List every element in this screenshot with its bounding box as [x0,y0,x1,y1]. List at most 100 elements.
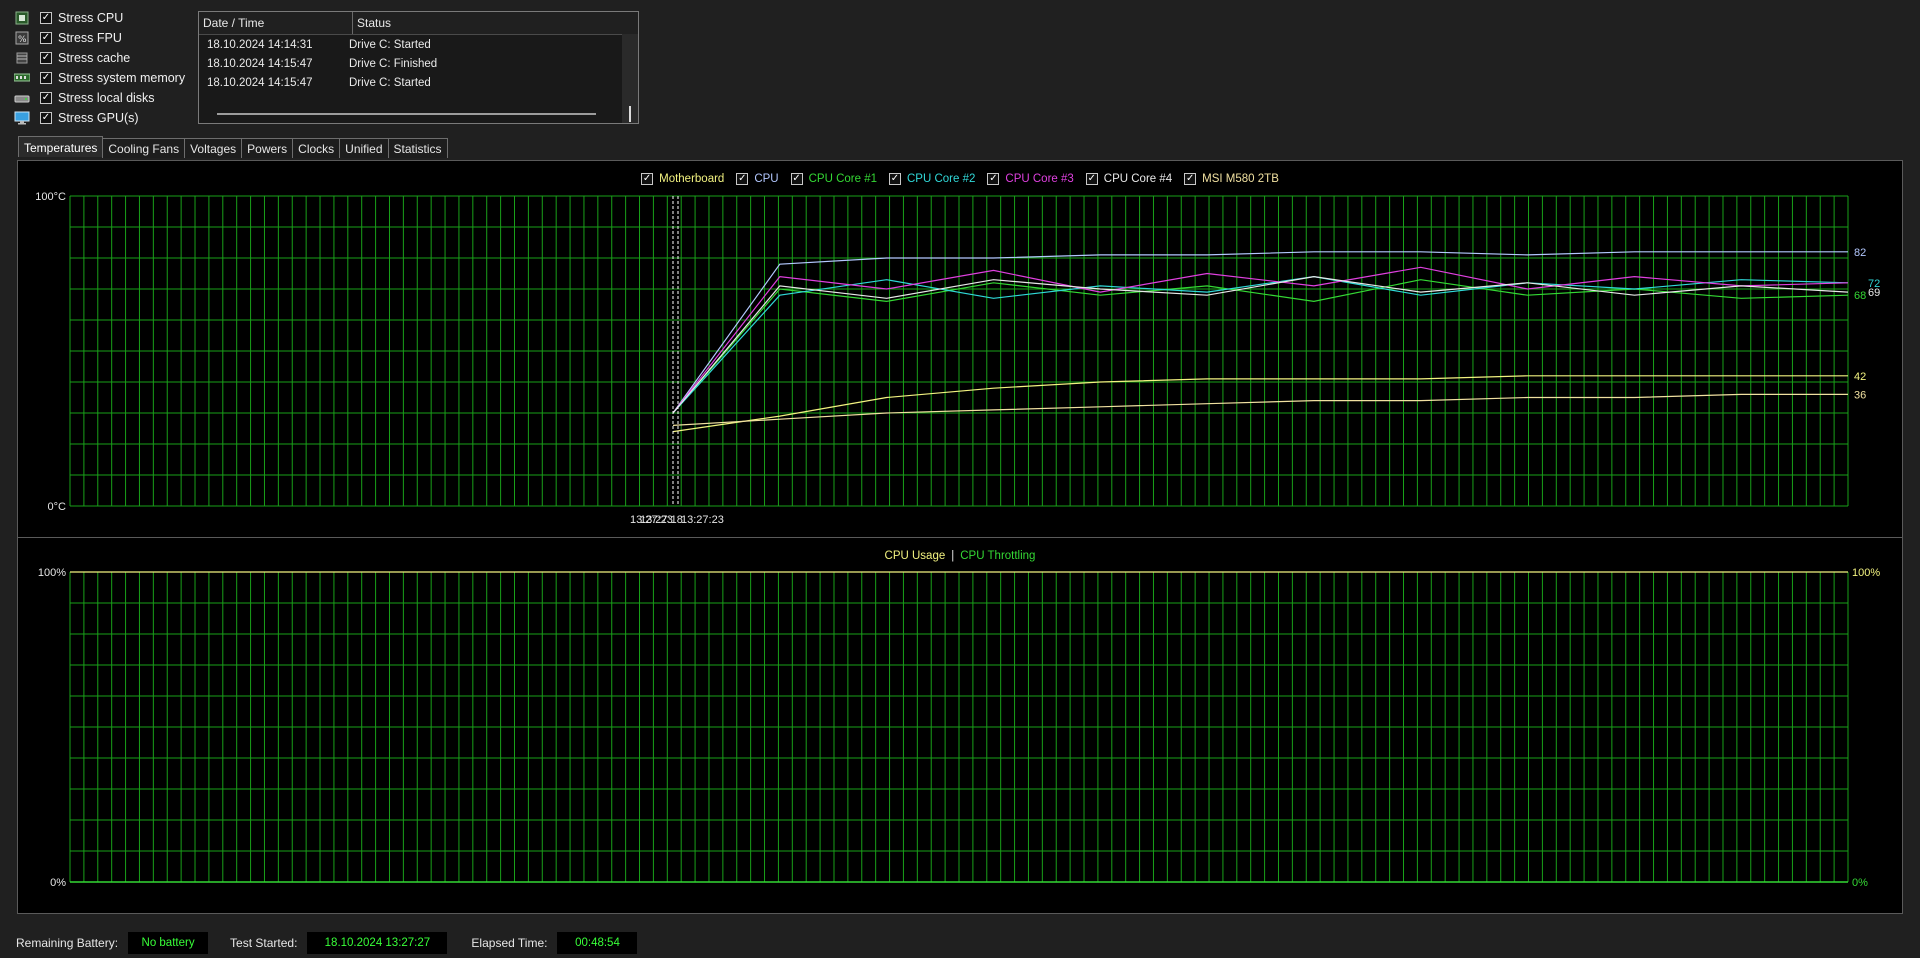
log-scroll-thumb[interactable] [629,106,631,122]
stress-gpu-label: Stress GPU(s) [58,111,139,125]
log-status: Drive C: Finished [349,57,438,70]
y-axis-min-label: 0% [50,877,66,889]
column-header-date-time[interactable]: Date / Time [199,12,353,34]
y-axis-max-label: 100% [38,567,66,579]
log-time: 18.10.2024 14:15:47 [207,76,313,89]
stress-fpu-checkbox[interactable] [40,32,52,44]
disk-drive-icon [14,91,30,105]
stress-cpu-checkbox[interactable] [40,12,52,24]
legend-separator: | [951,550,955,562]
stress-cache-label: Stress cache [58,51,131,65]
cpu-chip-icon [14,11,30,25]
remaining-battery-value: No battery [128,932,209,954]
log-row[interactable]: 18.10.2024 14:15:47 Drive C: Finished [199,54,638,73]
legend-item-cpu-core-3[interactable]: CPU Core #3 [987,173,1074,185]
x-axis-time-label: 13:27:23 [681,514,724,526]
legend-item-cpu[interactable]: CPU [736,173,779,185]
legend-checkbox[interactable] [1184,173,1197,185]
elapsed-time-label: Elapsed Time: [471,936,548,950]
stress-memory-option[interactable]: Stress system memory [14,68,194,88]
elapsed-time-value: 00:48:54 [557,932,638,954]
y-axis-max-label: 100°C [35,191,66,203]
stress-disks-checkbox[interactable] [40,92,52,104]
legend-item-motherboard[interactable]: Motherboard [641,173,724,185]
series-line-cpu [672,251,1848,414]
stress-disks-label: Stress local disks [58,91,155,105]
legend-item-cpu-core-2[interactable]: CPU Core #2 [889,173,975,185]
tab-cooling-fans[interactable]: Cooling Fans [102,138,186,158]
series-line-core1 [672,279,1849,414]
remaining-battery-label: Remaining Battery: [16,936,119,950]
legend-label: CPU Core #2 [907,173,976,185]
current-value-label: 68 [1854,290,1866,302]
legend-label: CPU Core #3 [1005,173,1074,185]
legend-label: MSI M580 2TB [1202,173,1279,185]
legend-label-cpu-usage: CPU Usage [884,550,946,562]
cache-icon [14,51,30,65]
stress-gpu-checkbox[interactable] [40,112,52,124]
legend-checkbox[interactable] [736,173,749,185]
current-value-label: 69 [1868,287,1880,299]
legend-label-cpu-throttling: CPU Throttling [960,550,1036,562]
log-status: Drive C: Started [349,76,431,89]
x-axis-time-label: 13:27:18 [640,514,683,526]
legend-item-cpu-core-4[interactable]: CPU Core #4 [1085,173,1173,185]
stress-cpu-label: Stress CPU [58,11,124,25]
y-axis-min-label: 0°C [48,501,67,513]
legend-item-cpu-core-1[interactable]: CPU Core #1 [790,173,877,185]
test-started-label: Test Started: [230,936,298,950]
event-log-table[interactable]: Date / Time Status 18.10.2024 14:14:31 D… [198,11,639,124]
legend-item-msi-m580[interactable]: MSI M580 2TB [1184,173,1279,185]
stress-memory-checkbox[interactable] [40,72,52,84]
stress-disks-option[interactable]: Stress local disks [14,88,194,108]
tab-voltages[interactable]: Voltages [184,138,243,158]
current-value-label: 36 [1854,389,1866,401]
legend-checkbox[interactable] [889,173,901,185]
tab-unified[interactable]: Unified [339,138,389,158]
legend-checkbox[interactable] [790,173,803,185]
stress-options-list: Stress CPU % Stress FPU Stress cache Str… [14,8,194,128]
stress-fpu-label: Stress FPU [58,31,122,45]
current-value-label: 42 [1854,371,1866,383]
legend-label: CPU [754,173,779,185]
stress-cache-checkbox[interactable] [40,52,52,64]
fpu-chip-icon: % [14,31,30,45]
log-status: Drive C: Started [349,38,431,51]
legend-checkbox[interactable] [641,173,654,185]
legend-label: Motherboard [659,173,725,185]
right-axis-max-label: 100% [1852,567,1880,579]
log-horizontal-scrollbar[interactable] [217,113,596,115]
tab-statistics[interactable]: Statistics [387,138,448,158]
log-row[interactable]: 18.10.2024 14:14:31 Drive C: Started [199,35,638,54]
temperature-chart: 100°C0°C82726968423613:27:2313:27:1813:2… [35,191,1880,526]
sensor-tabs: Temperatures Cooling Fans Voltages Power… [18,136,448,158]
legend-label: CPU Core #4 [1103,173,1173,185]
cpu-usage-chart: 100% 0% 100% 0% [38,567,1880,889]
stress-gpu-option[interactable]: Stress GPU(s) [14,108,194,128]
log-time: 18.10.2024 14:15:47 [207,57,313,70]
current-value-label: 82 [1854,247,1866,259]
stress-cpu-option[interactable]: Stress CPU [14,8,194,28]
cpu-usage-legend: CPU Usage | CPU Throttling [18,550,1902,562]
event-log-header: Date / Time Status [199,12,638,35]
temperature-chart-panel: 100°C 0°C 82 72 69 68 42 36 13:27:23 13:27:18 13:2… [17,160,1903,538]
test-started-value: 18.10.2024 13:27:27 [307,932,448,954]
log-vertical-scrollbar[interactable] [622,34,638,123]
column-header-status[interactable]: Status [353,12,395,34]
cpu-usage-chart-panel: 100% 0% 100% 0% CPU Usage | CPU Throttling [17,537,1903,914]
legend-checkbox[interactable] [987,173,1000,185]
svg-text:%: % [18,35,27,45]
tab-clocks[interactable]: Clocks [292,138,341,158]
tab-temperatures[interactable]: Temperatures [18,136,104,157]
temperature-legend: Motherboard CPU CPU Core #1 CPU Core #2 … [18,173,1902,185]
status-bar: Remaining Battery: No battery Test Start… [0,928,1920,958]
series-line-motherboard [672,375,1848,433]
tab-powers[interactable]: Powers [241,138,294,158]
log-time: 18.10.2024 14:14:31 [207,38,313,51]
legend-checkbox[interactable] [1085,173,1098,185]
stress-fpu-option[interactable]: % Stress FPU [14,28,194,48]
memory-module-icon [14,71,30,85]
stress-cache-option[interactable]: Stress cache [14,48,194,68]
legend-label: CPU Core #1 [808,173,877,185]
log-row[interactable]: 18.10.2024 14:15:47 Drive C: Started [199,73,638,92]
